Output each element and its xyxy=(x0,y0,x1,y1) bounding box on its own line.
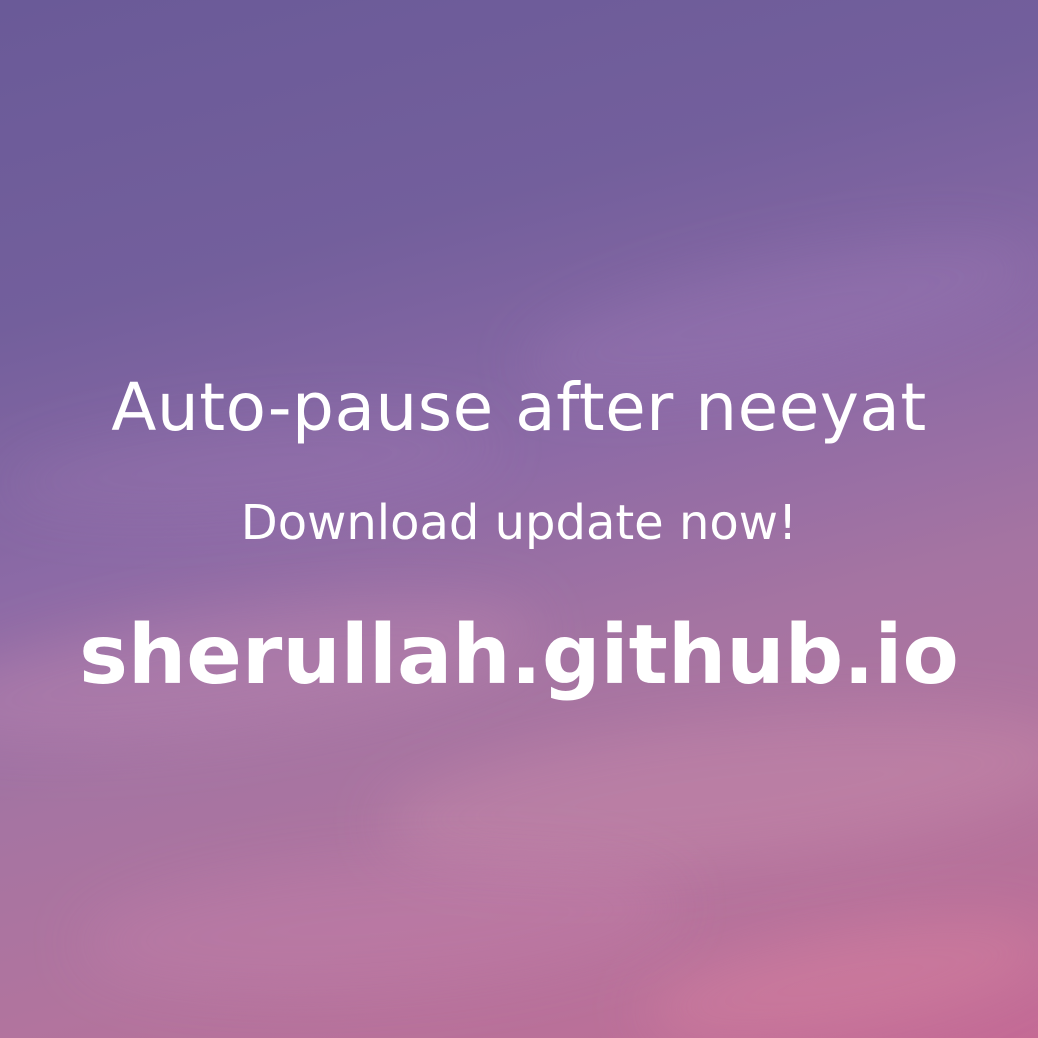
website-url: sherullah.github.io xyxy=(79,608,959,703)
subline: Download update now! xyxy=(240,495,798,551)
announcement: Auto-pause after neeyat Download update … xyxy=(0,0,1038,1038)
headline: Auto-pause after neeyat xyxy=(111,369,927,446)
